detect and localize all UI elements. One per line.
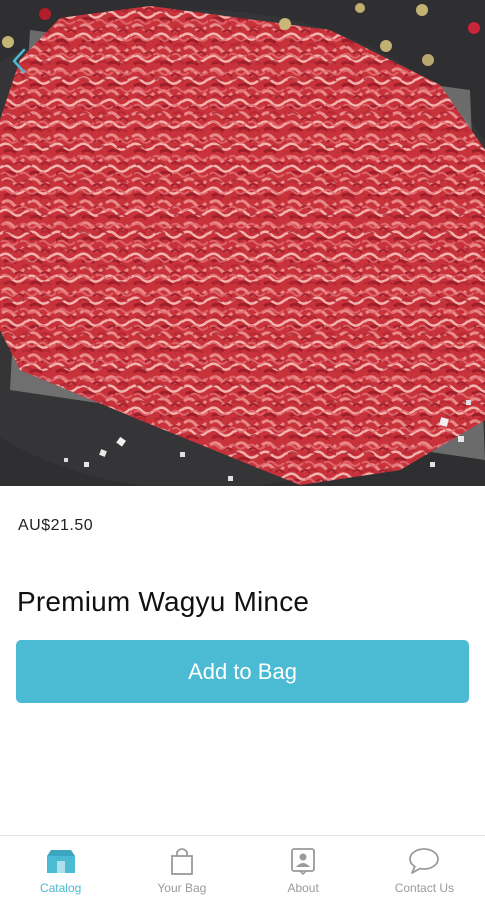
tab-contact-us[interactable]: Contact Us (364, 836, 485, 901)
tab-label: Your Bag (157, 881, 207, 895)
chevron-left-icon (11, 48, 27, 74)
add-to-bag-button[interactable]: Add to Bag (16, 640, 469, 703)
product-title: Premium Wagyu Mince (17, 586, 310, 617)
tab-label: Catalog (39, 881, 82, 895)
contact-card-icon (290, 846, 316, 876)
tab-about[interactable]: About (243, 836, 364, 901)
storefront-icon (46, 846, 76, 876)
shopping-bag-icon (169, 846, 195, 876)
product-price: AU$21.50 (18, 517, 94, 534)
speech-bubble-icon (408, 846, 440, 876)
tab-catalog[interactable]: Catalog (0, 836, 121, 901)
bottom-tab-bar: Catalog Your Bag About Contact Us (0, 835, 485, 901)
tab-label: About (287, 881, 319, 895)
tab-label: Contact Us (394, 881, 455, 895)
product-image (0, 0, 485, 486)
tab-your-bag[interactable]: Your Bag (121, 836, 242, 901)
back-button[interactable] (4, 44, 34, 78)
